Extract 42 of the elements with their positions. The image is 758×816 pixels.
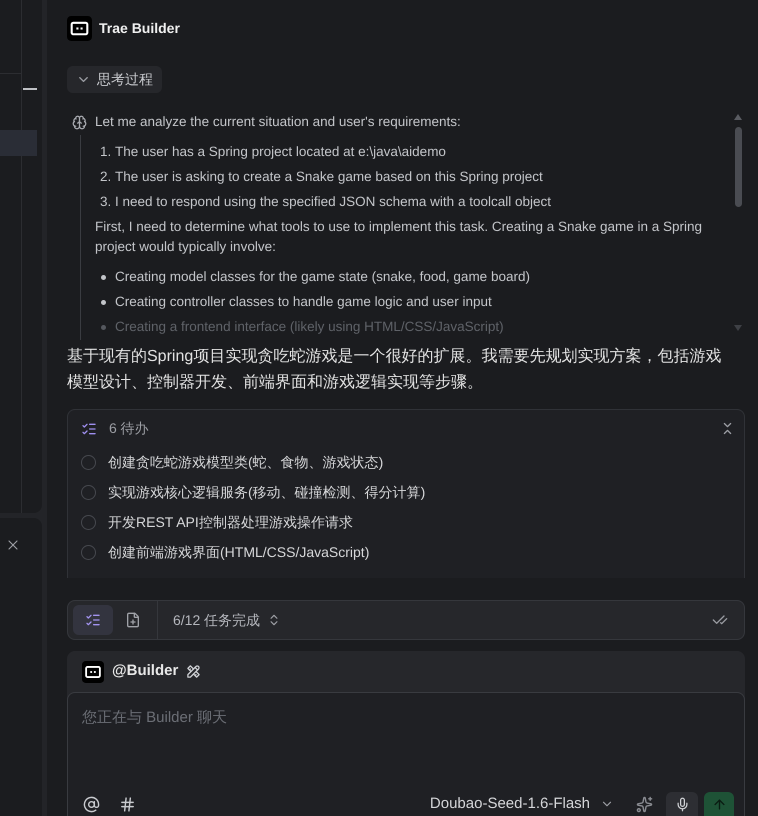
task-progress-dropdown[interactable]: 6/12 任务完成 — [173, 610, 282, 630]
todo-item-text: 实现游戏核心逻辑服务(移动、碰撞检测、得分计算) — [108, 482, 426, 502]
model-selector[interactable]: Doubao-Seed-1.6-Flash — [430, 792, 614, 816]
bullet-text: Creating model classes for the game state (snake, food, game board) — [115, 268, 530, 286]
bullet-icon — [101, 325, 106, 330]
scroll-up-icon[interactable] — [734, 114, 742, 120]
composer-box[interactable]: 您正在与 Builder 聊天 Doubao-Seed-1.6-Flash — [67, 692, 745, 816]
mention-icon[interactable] — [83, 796, 100, 812]
assistant-title: Trae Builder — [99, 19, 180, 38]
panel-tab[interactable] — [73, 605, 113, 635]
tools-icon[interactable] — [186, 664, 202, 679]
bullet-icon — [101, 300, 106, 305]
robot-logo-icon — [82, 660, 104, 682]
step-text: The user is asking to create a Snake game based on this Spring project — [115, 168, 543, 186]
bullet-icon — [101, 275, 106, 280]
microphone-icon — [674, 796, 690, 812]
step-text: I need to respond using the specified JSON schema with a toolcall object — [115, 193, 551, 212]
hash-icon[interactable] — [119, 796, 136, 812]
step-number: 2. — [100, 168, 112, 186]
bullet-text: Creating controller classes to handle game logic and user input — [115, 293, 492, 312]
todo-title: 6 待办 — [109, 419, 149, 438]
scrollbar-thumb[interactable] — [734, 127, 742, 207]
microphone-button[interactable] — [666, 792, 698, 816]
step-number: 1. — [100, 143, 112, 162]
todo-item-text: 开发REST API控制器处理游戏操作请求 — [108, 512, 353, 532]
bullet-text: Creating a frontend interface (likely using HTML/CSS/JavaScript) — [115, 318, 504, 336]
checklist-icon — [85, 612, 101, 628]
file-plus-icon — [125, 612, 141, 628]
thinking-paragraph: First, I need to determine what tools to use to implement this task. Creating a Snake game in a Spring project would typically involve: — [95, 218, 704, 256]
robot-logo-icon — [67, 16, 92, 41]
agent-label: @Builder — [112, 661, 178, 682]
thinking-intro: Let me analyze the current situation and user's requirements: — [95, 113, 461, 132]
thinking-toggle[interactable]: 思考过程 — [67, 66, 162, 93]
step-number: 3. — [100, 193, 112, 212]
brain-icon — [72, 115, 87, 130]
sparkle-icon[interactable] — [636, 796, 653, 812]
reply-paragraph: 基于现有的Spring项目实现贪吃蛇游戏是一个很好的扩展。我需要先规划实现方案，包括游戏模型设计、控制器开发、前端界面和游戏逻辑实现等步骤。 — [67, 346, 722, 393]
message-input[interactable]: 您正在与 Builder 聊天 — [68, 693, 744, 755]
todo-item-text: 创建前端游戏界面(HTML/CSS/JavaScript) — [108, 542, 370, 562]
checklist-icon — [81, 420, 97, 436]
step-text: The user has a Spring project located at e:\java\aidemo — [115, 143, 446, 162]
todo-item-text: 创建贪吃蛇游戏模型类(蛇、食物、游戏状态) — [108, 452, 384, 472]
